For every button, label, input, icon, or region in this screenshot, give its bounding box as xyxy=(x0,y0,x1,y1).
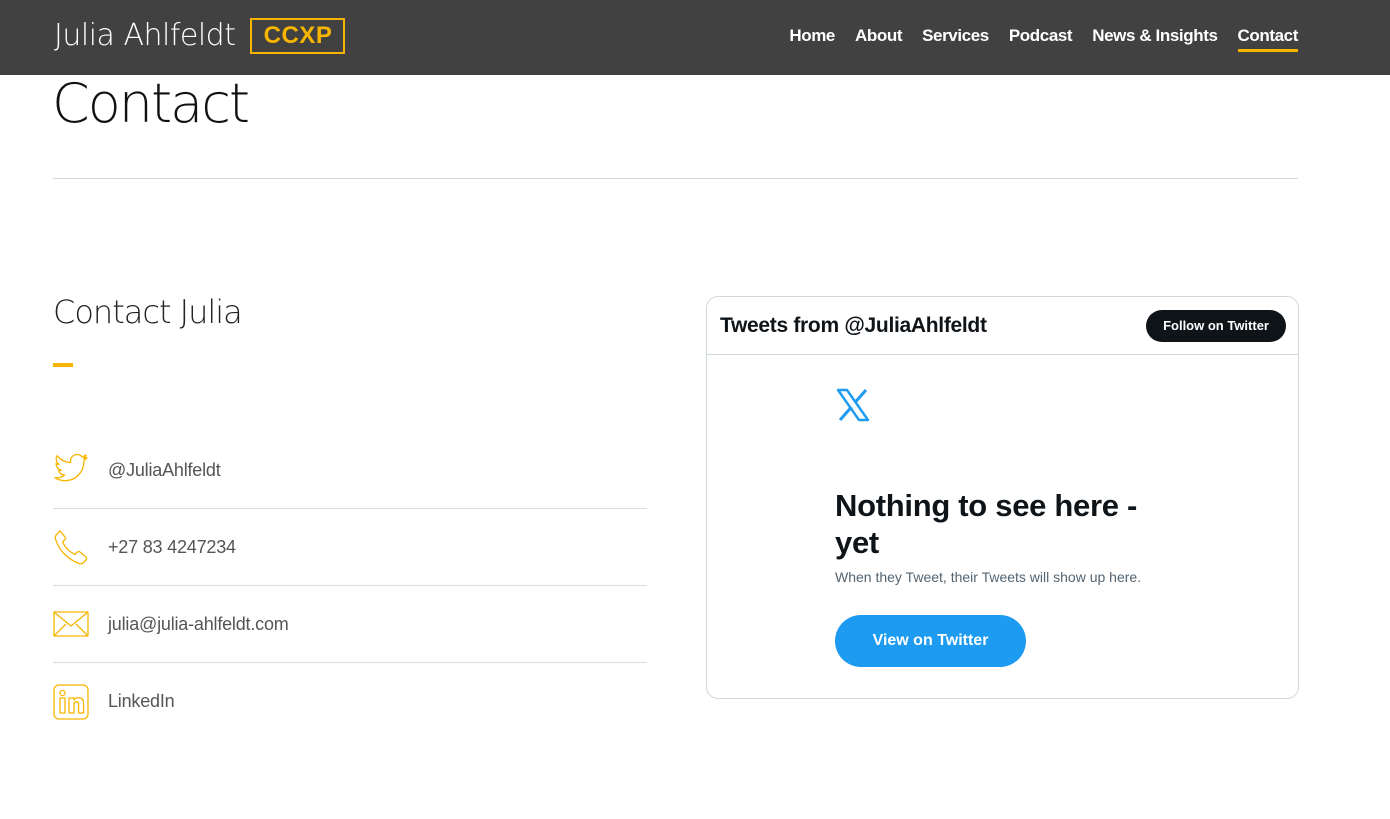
main-nav: Home About Services Podcast News & Insig… xyxy=(789,22,1299,52)
contact-text: julia@julia-ahlfeldt.com xyxy=(108,613,289,634)
empty-state-subtitle: When they Tweet, their Tweets will show … xyxy=(835,569,1142,585)
contact-text: LinkedIn xyxy=(108,691,175,711)
twitter-widget-header: Tweets from @JuliaAhlfeldt Follow on Twi… xyxy=(707,297,1298,355)
brand-badge: CCXP xyxy=(250,18,346,54)
follow-on-twitter-button[interactable]: Follow on Twitter xyxy=(1146,309,1286,342)
nav-item-contact[interactable]: Contact xyxy=(1237,22,1299,52)
contact-text: +27 83 4247234 xyxy=(108,536,236,557)
nav-item-about[interactable]: About xyxy=(855,22,902,50)
empty-state-title: Nothing to see here - yet xyxy=(835,488,1138,560)
section-title: Contact Julia xyxy=(53,293,243,331)
nav-item-services[interactable]: Services xyxy=(922,22,989,50)
contact-item-twitter[interactable]: @JuliaAhlfeldt xyxy=(53,432,647,509)
nav-item-podcast[interactable]: Podcast xyxy=(1009,22,1073,50)
view-on-twitter-button[interactable]: View on Twitter xyxy=(835,615,1026,667)
twitter-widget-title[interactable]: Tweets from @JuliaAhlfeldt xyxy=(720,314,987,338)
contact-text: @JuliaAhlfeldt xyxy=(108,459,221,480)
nav-item-news-insights[interactable]: News & Insights xyxy=(1092,22,1218,50)
twitter-timeline-widget: Tweets from @JuliaAhlfeldt Follow on Twi… xyxy=(706,296,1299,699)
twitter-icon xyxy=(53,452,89,488)
title-divider xyxy=(53,178,1298,179)
phone-icon xyxy=(53,529,89,565)
brand-logo[interactable]: Julia Ahlfeldt CCXP xyxy=(54,16,346,56)
page-title: Contact xyxy=(52,72,250,135)
email-icon xyxy=(53,606,89,642)
contact-item-linkedin[interactable]: LinkedIn xyxy=(53,663,647,740)
contact-list: @JuliaAhlfeldt +27 83 4247234 julia@juli… xyxy=(53,432,647,740)
accent-bar xyxy=(53,363,73,367)
x-logo-icon xyxy=(835,387,871,423)
contact-item-email[interactable]: julia@julia-ahlfeldt.com xyxy=(53,586,647,663)
brand-name: Julia Ahlfeldt xyxy=(54,18,236,53)
top-navigation-bar: Julia Ahlfeldt CCXP Home About Services … xyxy=(0,0,1390,75)
nav-item-home[interactable]: Home xyxy=(789,22,835,50)
linkedin-icon xyxy=(53,683,89,720)
contact-item-phone[interactable]: +27 83 4247234 xyxy=(53,509,647,586)
